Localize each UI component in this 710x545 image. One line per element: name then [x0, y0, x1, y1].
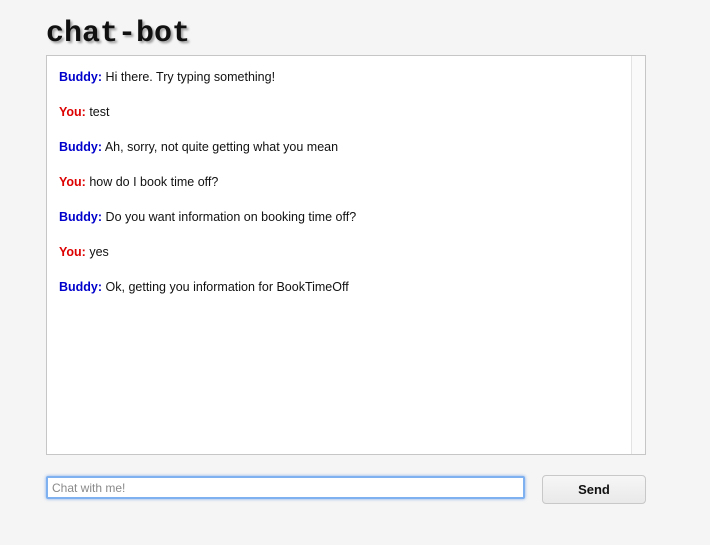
bot-name: Buddy:	[59, 210, 103, 224]
send-button[interactable]: Send	[542, 475, 646, 504]
message-item: Buddy: Hi there. Try typing something!	[59, 69, 275, 85]
chat-scrollbar[interactable]	[631, 56, 645, 454]
message-item: Buddy: Ah, sorry, not quite getting what…	[59, 139, 338, 155]
chat-log[interactable]: Buddy: Hi there. Try typing something! Y…	[46, 55, 646, 455]
message-text: how do I book time off?	[85, 175, 219, 189]
bot-name: Buddy:	[59, 280, 103, 294]
message-item: Buddy: Ok, getting you information for B…	[59, 279, 349, 295]
message-text: test	[85, 105, 110, 119]
bot-name: Buddy:	[59, 140, 103, 154]
message-item: You: yes	[59, 244, 109, 260]
user-name: You:	[59, 105, 86, 119]
bot-name: Buddy:	[59, 70, 103, 84]
message-list: Buddy: Hi there. Try typing something! Y…	[47, 56, 631, 454]
message-item: You: how do I book time off?	[59, 174, 218, 190]
message-item: Buddy: Do you want information on bookin…	[59, 209, 356, 225]
chat-input[interactable]	[46, 476, 525, 499]
page-title: chat-bot	[46, 17, 191, 51]
user-name: You:	[59, 245, 86, 259]
message-text: Hi there. Try typing something!	[102, 70, 276, 84]
message-item: You: test	[59, 104, 109, 120]
message-text: Ok, getting you information for BookTime…	[102, 280, 349, 294]
message-text: Do you want information on booking time …	[102, 210, 357, 224]
message-text: yes	[85, 245, 109, 259]
message-text: Ah, sorry, not quite getting what you me…	[102, 140, 339, 154]
user-name: You:	[59, 175, 86, 189]
